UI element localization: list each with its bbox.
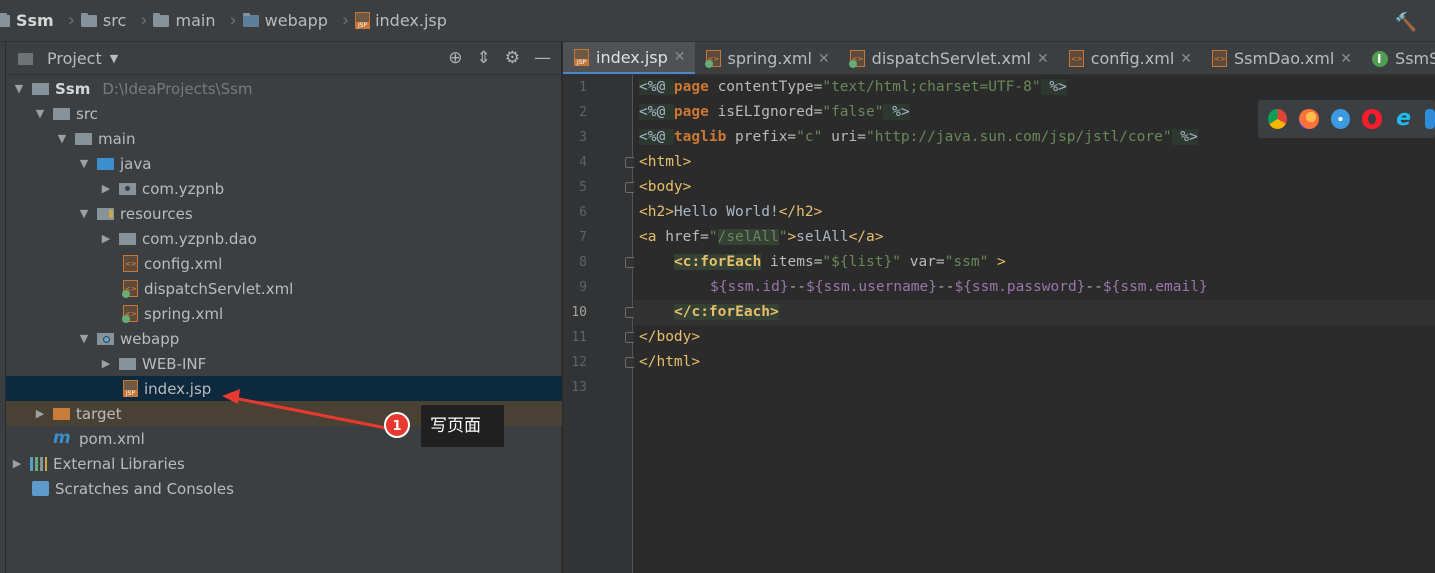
firefox-icon[interactable] [1299, 109, 1319, 129]
xml-file-icon [1068, 50, 1084, 67]
tab-ssmdao-xml[interactable]: SsmDao.xml ✕ [1201, 42, 1361, 74]
edge-icon[interactable] [1425, 109, 1435, 129]
jsp-file-icon [574, 48, 589, 66]
line-number: 2 [579, 105, 587, 120]
code-line: <%@ page contentType="text/html;charset=… [639, 79, 1067, 95]
code-line: </html> [639, 354, 701, 370]
code-line: <h2>Hello World!</h2> [639, 204, 823, 220]
code-line: </body> [639, 329, 701, 345]
code-line-current: </c:forEach> [634, 300, 1435, 325]
tab-spring-xml[interactable]: spring.xml ✕ [695, 42, 839, 74]
editor-tab-bar: index.jsp ✕ spring.xml ✕ dispatchServlet… [563, 42, 1435, 75]
tab-dispatchservlet-xml[interactable]: dispatchServlet.xml ✕ [839, 42, 1058, 74]
spring-xml-file-icon [848, 50, 865, 68]
tab-label: SsmDao.xml [1234, 49, 1335, 68]
close-icon[interactable]: ✕ [674, 49, 686, 65]
line-number: 8 [579, 255, 587, 270]
line-number: 7 [579, 230, 587, 245]
line-number: 5 [579, 180, 587, 195]
tab-label: spring.xml [727, 49, 812, 68]
annotation-label: 写页面 [421, 405, 504, 447]
tab-label: dispatchServlet.xml [871, 49, 1031, 68]
code-editor[interactable]: <%@ page contentType="text/html;charset=… [634, 75, 1435, 573]
code-line: <body> [639, 179, 692, 195]
line-number: 9 [579, 280, 587, 295]
close-icon[interactable]: ✕ [1340, 51, 1352, 67]
close-icon[interactable]: ✕ [818, 51, 830, 67]
line-number: 10 [571, 305, 587, 320]
line-number: 3 [579, 130, 587, 145]
close-icon[interactable]: ✕ [1037, 51, 1049, 67]
line-number: 6 [579, 205, 587, 220]
opera-icon[interactable] [1362, 109, 1382, 129]
line-number: 13 [571, 380, 587, 395]
safari-icon[interactable] [1330, 109, 1351, 129]
code-line: <html> [639, 154, 692, 170]
line-number: 1 [579, 80, 587, 95]
line-number: 12 [571, 355, 587, 370]
annotation-step-badge: 1 [384, 412, 410, 438]
code-line: <a href="/selAll">selAll</a> [639, 229, 884, 245]
tab-label: index.jsp [596, 47, 668, 67]
close-icon[interactable]: ✕ [1180, 51, 1192, 67]
browser-preview-toolbar: e [1258, 100, 1435, 138]
line-number: 11 [571, 330, 587, 345]
code-line: ${ssm.id}--${ssm.username}--${ssm.passwo… [710, 279, 1208, 295]
code-line: <c:forEach items="${list}" var="ssm" > [674, 254, 1006, 270]
spring-xml-file-icon [704, 50, 721, 68]
editor-gutter: 1 2 3 4 5 6 7 8 9 10 11 12 13 [563, 75, 636, 573]
tab-label: SsmService [1395, 49, 1435, 68]
xml-file-icon [1212, 50, 1227, 67]
tab-index-jsp[interactable]: index.jsp ✕ [563, 42, 695, 74]
chrome-icon[interactable] [1268, 109, 1288, 129]
ie-icon[interactable]: e [1394, 108, 1413, 130]
interface-icon [1372, 50, 1389, 67]
line-number: 4 [579, 155, 587, 170]
tab-label: config.xml [1090, 49, 1175, 68]
tab-config-xml[interactable]: config.xml ✕ [1058, 42, 1201, 74]
tab-ssmservice[interactable]: SsmService [1361, 42, 1435, 74]
